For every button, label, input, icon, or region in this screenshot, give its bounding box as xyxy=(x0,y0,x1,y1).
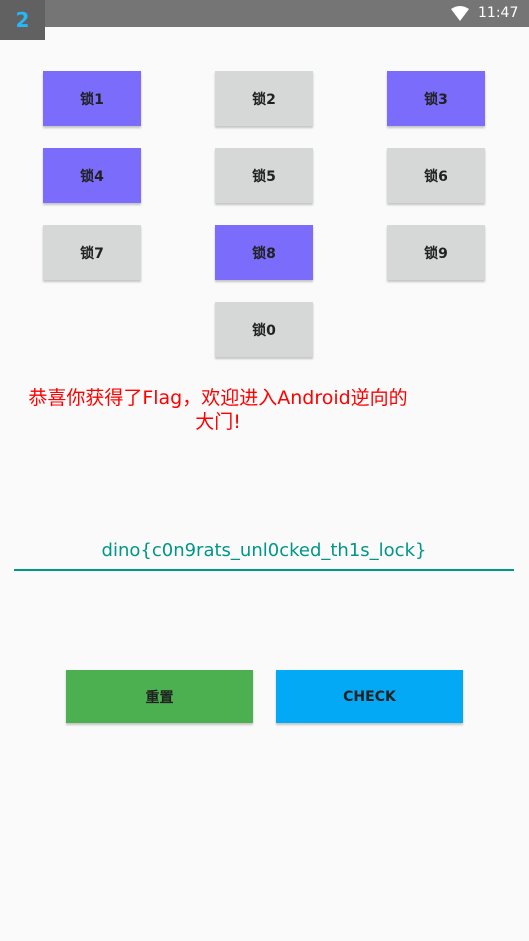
reset-button[interactable]: 重置 xyxy=(66,670,253,723)
success-message-line2: 大门! xyxy=(195,411,241,433)
status-clock: 11:47 xyxy=(478,5,519,21)
lock-button-6[interactable]: 锁6 xyxy=(387,148,485,203)
lock-button-7[interactable]: 锁7 xyxy=(43,225,141,280)
lock-button-8[interactable]: 锁8 xyxy=(215,225,313,280)
flag-input[interactable] xyxy=(14,531,514,571)
lock-button-9[interactable]: 锁9 xyxy=(387,225,485,280)
check-button[interactable]: CHECK xyxy=(276,670,463,723)
lock-button-0[interactable]: 锁0 xyxy=(215,302,313,357)
lock-button-1[interactable]: 锁1 xyxy=(43,71,141,126)
lock-button-5[interactable]: 锁5 xyxy=(215,148,313,203)
success-message-line1: 恭喜你获得了Flag，欢迎进入Android逆向的 xyxy=(28,387,408,409)
lock-button-2[interactable]: 锁2 xyxy=(215,71,313,126)
success-message: 恭喜你获得了Flag，欢迎进入Android逆向的 大门! xyxy=(0,386,436,434)
lock-button-4[interactable]: 锁4 xyxy=(43,148,141,203)
lock-button-3[interactable]: 锁3 xyxy=(387,71,485,126)
app-badge: 2 xyxy=(0,0,45,40)
wifi-icon xyxy=(451,6,469,21)
status-bar: 11:47 xyxy=(0,0,529,27)
